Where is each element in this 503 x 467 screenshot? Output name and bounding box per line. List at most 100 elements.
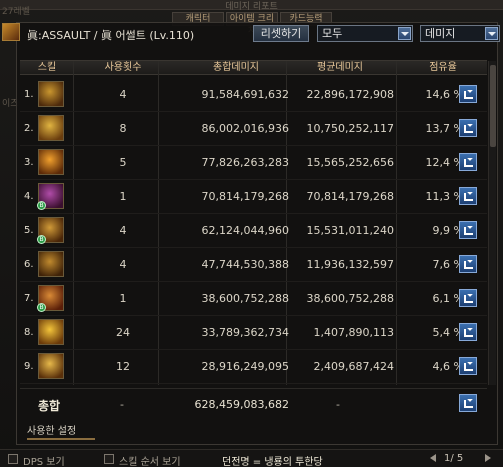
table-row: 2. 8 86,002,016,936 10,750,252,117 13,7 … xyxy=(20,112,487,146)
share-icon[interactable] xyxy=(459,85,477,103)
summary-row: 총합 - 628,459,083,682 - xyxy=(20,388,487,418)
row-uses: 4 xyxy=(119,258,127,271)
mode-select[interactable]: 모두 xyxy=(317,25,413,42)
share-icon[interactable] xyxy=(459,357,477,375)
row-average-damage: 70,814,179,268 xyxy=(306,190,394,203)
row-uses: 4 xyxy=(119,224,127,237)
row-share: 6,1 % xyxy=(432,292,464,305)
row-share: 12,4 % xyxy=(425,156,464,169)
buff-badge-icon: B xyxy=(37,201,46,210)
row-uses: 1 xyxy=(119,292,127,305)
share-icon[interactable] xyxy=(459,221,477,239)
row-uses: 4 xyxy=(119,88,127,101)
share-icon[interactable] xyxy=(459,255,477,273)
buff-badge-icon: B xyxy=(37,235,46,244)
row-average-damage: 22,896,172,908 xyxy=(306,88,394,101)
share-icon[interactable] xyxy=(459,289,477,307)
dps-checkbox[interactable] xyxy=(8,454,18,464)
buff-badge-icon: B xyxy=(37,303,46,312)
table-row: 4. B 1 70,814,179,268 70,814,179,268 11,… xyxy=(20,180,487,214)
skill-icon xyxy=(38,251,64,277)
row-share: 5,4 % xyxy=(432,326,464,339)
table-header: 스킬 사용횟수 총합데미지 평균데미지 점유율 xyxy=(20,60,487,75)
row-rank: 7. xyxy=(24,293,34,304)
share-icon[interactable] xyxy=(459,187,477,205)
row-total-damage: 38,600,752,288 xyxy=(201,292,289,305)
mode-select-value: 모두 xyxy=(322,27,343,40)
row-uses: 5 xyxy=(119,156,127,169)
row-total-damage: 28,916,249,095 xyxy=(201,360,289,373)
table-row: 9. 12 28,916,249,095 2,409,687,424 4,6 % xyxy=(20,350,487,384)
column-uses: 사용횟수 xyxy=(104,62,142,73)
row-rank: 6. xyxy=(24,259,34,270)
row-average-damage: 15,565,252,656 xyxy=(306,156,394,169)
footer-bar: DPS 보기 스킬 순서 보기 던전명 = 냉룡의 투한당 1/ 5 xyxy=(0,449,503,467)
chevron-down-icon[interactable] xyxy=(485,27,498,40)
chevron-right-icon[interactable] xyxy=(482,452,494,464)
row-share: 4,6 % xyxy=(432,360,464,373)
share-icon[interactable] xyxy=(459,323,477,341)
skill-icon xyxy=(38,149,64,175)
column-total: 총합데미지 xyxy=(213,62,259,73)
column-avg: 평균데미지 xyxy=(317,62,363,73)
chevron-down-icon[interactable] xyxy=(398,27,411,40)
summary-uses: - xyxy=(120,398,124,411)
row-average-damage: 2,409,687,424 xyxy=(313,360,394,373)
background-window-titlebar: 데미지 리포트 xyxy=(0,0,503,12)
scrollbar-thumb[interactable] xyxy=(490,65,496,147)
skill-icon xyxy=(38,353,64,379)
skill-icon xyxy=(38,115,64,141)
table-row: 3. 5 77,826,263,283 15,565,252,656 12,4 … xyxy=(20,146,487,180)
table-scrollbar[interactable] xyxy=(488,61,496,385)
share-icon[interactable] xyxy=(459,153,477,171)
row-uses: 24 xyxy=(116,326,130,339)
row-share: 14,6 % xyxy=(425,88,464,101)
column-skill: 스킬 xyxy=(37,62,57,73)
share-icon[interactable] xyxy=(459,119,477,137)
row-share: 13,7 % xyxy=(425,122,464,135)
tab-used-settings[interactable]: 사용한 설정 xyxy=(27,424,95,440)
skill-icon: B xyxy=(37,285,64,312)
row-rank: 3. xyxy=(24,157,34,168)
row-total-damage: 70,814,179,268 xyxy=(201,190,289,203)
skill-icon: B xyxy=(37,183,64,210)
skill-icon xyxy=(38,319,64,345)
reset-button[interactable]: 리셋하기 xyxy=(253,25,309,42)
background-window-title: 데미지 리포트 xyxy=(225,2,278,12)
row-uses: 12 xyxy=(116,360,130,373)
table-row: 7. B 1 38,600,752,288 38,600,752,288 6,1… xyxy=(20,282,487,316)
table-row: 1. 4 91,584,691,632 22,896,172,908 14,6 … xyxy=(20,78,487,112)
row-total-damage: 86,002,016,936 xyxy=(201,122,289,135)
row-uses: 1 xyxy=(119,190,127,203)
row-average-damage: 15,531,011,240 xyxy=(306,224,394,237)
chevron-left-icon[interactable] xyxy=(428,452,440,464)
summary-total: 628,459,083,682 xyxy=(194,398,289,411)
row-total-damage: 77,826,263,283 xyxy=(201,156,289,169)
row-rank: 5. xyxy=(24,225,34,236)
dps-checkbox-label: DPS 보기 xyxy=(23,457,65,467)
table-row: 8. 24 33,789,362,734 1,407,890,113 5,4 % xyxy=(20,316,487,350)
row-total-damage: 33,789,362,734 xyxy=(201,326,289,339)
share-icon[interactable] xyxy=(459,394,477,412)
class-icon xyxy=(2,23,20,41)
metric-select[interactable]: 데미지 xyxy=(420,25,500,42)
dungeon-name: 던전명 = 냉룡의 투한당 xyxy=(222,457,323,467)
row-uses: 8 xyxy=(119,122,127,135)
row-share: 11,3 % xyxy=(425,190,464,203)
background-level-text: 27레벨 xyxy=(2,7,31,17)
summary-label: 총합 xyxy=(38,399,61,413)
summary-avg: - xyxy=(336,398,340,411)
row-rank: 8. xyxy=(24,327,34,338)
page-indicator: 1/ 5 xyxy=(444,453,464,464)
skill-icon xyxy=(38,81,64,107)
row-rank: 9. xyxy=(24,361,34,372)
row-total-damage: 91,584,691,632 xyxy=(201,88,289,101)
table-row: 6. 4 47,744,530,388 11,936,132,597 7,6 % xyxy=(20,248,487,282)
skill-order-checkbox[interactable] xyxy=(104,454,114,464)
row-average-damage: 38,600,752,288 xyxy=(306,292,394,305)
metric-select-value: 데미지 xyxy=(425,27,456,40)
row-share: 9,9 % xyxy=(432,224,464,237)
row-average-damage: 10,750,252,117 xyxy=(306,122,394,135)
table-row: 5. B 4 62,124,044,960 15,531,011,240 9,9… xyxy=(20,214,487,248)
row-average-damage: 11,936,132,597 xyxy=(306,258,394,271)
